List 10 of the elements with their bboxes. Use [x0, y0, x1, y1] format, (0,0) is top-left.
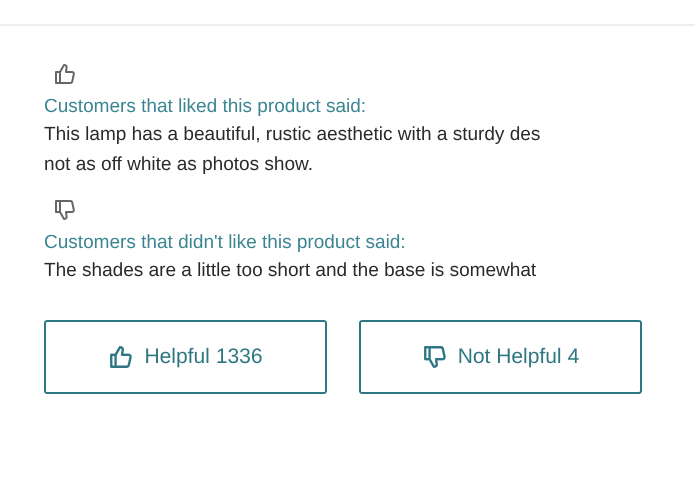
- thumbs-down-icon: [422, 344, 448, 370]
- summary-heading: Customers that didn't like this product said:: [44, 231, 407, 255]
- thumbs-up-icon: [108, 344, 134, 370]
- not-helpful-button[interactable]: Not Helpful 4: [359, 320, 642, 394]
- helpful-button[interactable]: Helpful 1336: [44, 320, 327, 394]
- thumbs-up-icon: [53, 62, 77, 86]
- summary-text: The shades are a little too short and the base is somewhat: [44, 259, 538, 283]
- summary-text: This lamp has a beautiful, rustic aesthetic with a sturdy des not as off white as photos show.: [44, 123, 542, 177]
- thumbs-down-icon: [53, 198, 77, 222]
- summary-heading: Customers that liked this product said:: [44, 95, 368, 119]
